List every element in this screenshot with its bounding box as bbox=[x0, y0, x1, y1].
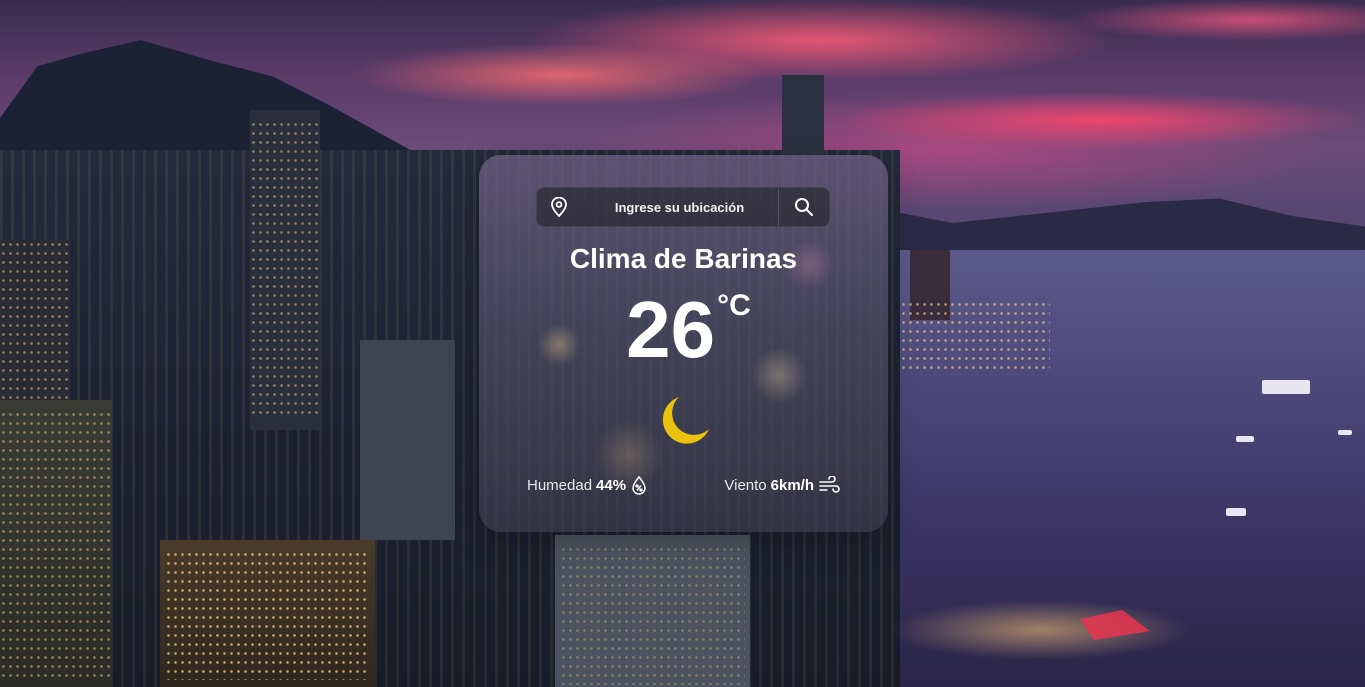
harbor-lights bbox=[900, 300, 1050, 370]
building-lights bbox=[250, 120, 320, 420]
building-lights bbox=[0, 410, 110, 680]
wind-value: 6km/h bbox=[770, 476, 814, 494]
droplet-percent-icon bbox=[632, 475, 646, 495]
search-bar bbox=[536, 187, 830, 227]
ship bbox=[1236, 436, 1254, 442]
humidity-label: Humedad bbox=[527, 476, 593, 494]
humidity-stat: Humedad 44% bbox=[527, 475, 648, 495]
search-icon bbox=[795, 198, 813, 216]
humidity-value: 44% bbox=[596, 476, 627, 494]
building bbox=[360, 340, 455, 540]
ship bbox=[1262, 380, 1310, 394]
building bbox=[782, 75, 824, 155]
temperature-unit: °C bbox=[717, 289, 751, 322]
building-lights bbox=[165, 550, 370, 680]
location-search-input[interactable] bbox=[581, 189, 778, 225]
weather-title: Clima de Barinas bbox=[569, 243, 798, 274]
background-cityscape: Clima de Barinas 26 °C Humedad 44% Vient… bbox=[0, 0, 1365, 687]
crescent-moon-icon bbox=[662, 397, 709, 444]
ship bbox=[1226, 508, 1246, 516]
wind-stat: Viento 6km/h bbox=[724, 475, 840, 495]
search-button[interactable] bbox=[778, 188, 829, 226]
wind-icon bbox=[819, 476, 840, 493]
temperature-display: 26 °C bbox=[479, 283, 888, 377]
map-pin-icon[interactable] bbox=[537, 188, 581, 226]
building-lights bbox=[560, 545, 745, 685]
building-lights bbox=[0, 240, 70, 400]
ship bbox=[1338, 430, 1352, 435]
weather-card: Clima de Barinas 26 °C Humedad 44% Vient… bbox=[479, 155, 888, 532]
weather-stats: Humedad 44% Viento 6km/h bbox=[479, 475, 888, 495]
wind-label: Viento bbox=[724, 476, 767, 494]
temperature-value: 26 bbox=[626, 285, 716, 374]
